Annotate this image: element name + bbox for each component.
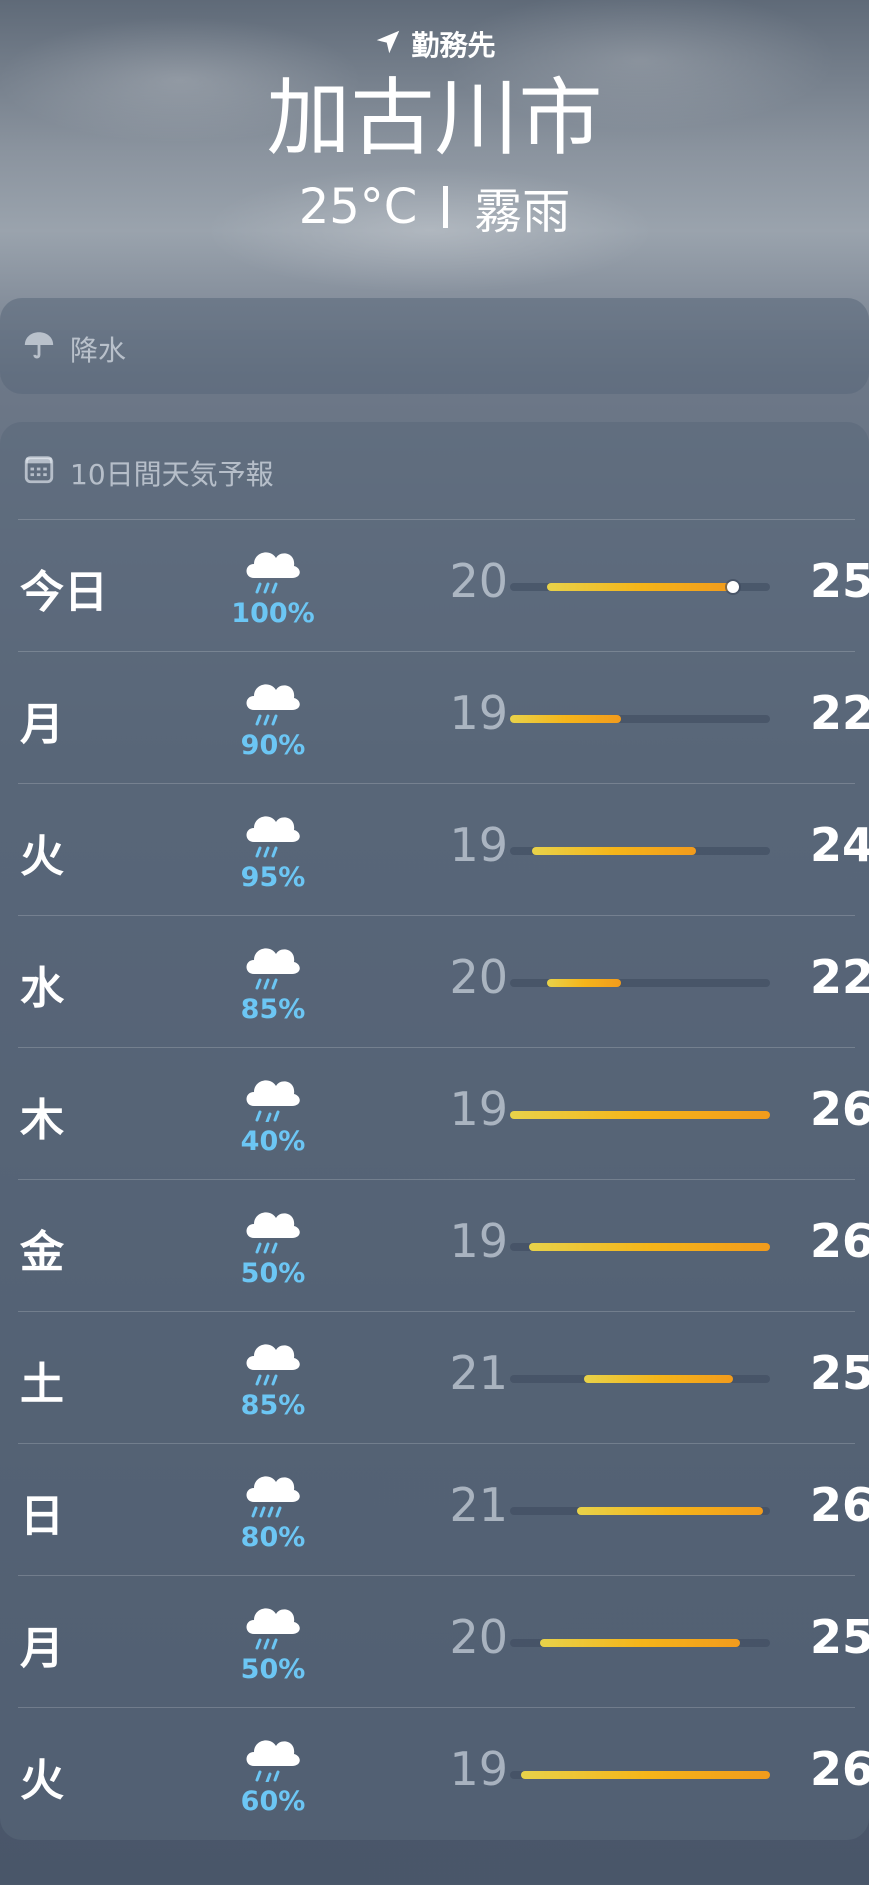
precip-chance: 90% (240, 730, 306, 761)
calendar-icon (22, 452, 56, 493)
forecast-row[interactable]: 火 60% 19 26 (18, 1707, 869, 1839)
day-label: 火 (20, 1755, 64, 1806)
high-temp: 26 (809, 1214, 869, 1268)
forecast-row[interactable]: 土 85% 21 25 (18, 1311, 869, 1443)
current-temperature: 25°C (298, 179, 418, 235)
forecast-row[interactable]: 木 40% 19 26 (18, 1047, 869, 1179)
city-name: 加古川市 (266, 69, 603, 167)
high-temp: 26 (809, 1478, 869, 1532)
temp-range-track (510, 847, 770, 855)
precip-chance: 95% (240, 862, 306, 893)
low-temp: 20 (449, 554, 508, 608)
precip-chance: 40% (240, 1126, 306, 1157)
forecast-title: 10日間天気予報 (70, 457, 274, 491)
temp-range-bar (584, 1375, 733, 1383)
forecast-row[interactable]: 日 80% 21 26 (18, 1443, 869, 1575)
precip-chance: 85% (240, 1390, 306, 1421)
low-temp: 19 (449, 1214, 508, 1268)
temp-range-track (510, 1639, 770, 1647)
day-label: 月 (20, 699, 64, 750)
precip-chance: 60% (240, 1786, 306, 1817)
temp-range-bar (576, 1507, 763, 1515)
day-label: 土 (20, 1359, 64, 1410)
forecast-row[interactable]: 火 95% 19 24 (18, 783, 869, 915)
temp-range-track (510, 979, 770, 987)
low-temp: 19 (449, 686, 508, 740)
temp-range-track (510, 1507, 770, 1515)
temp-range-bar (547, 979, 622, 987)
rain-cloud-icon (240, 934, 304, 990)
low-temp: 21 (449, 1346, 508, 1400)
temp-range-track (510, 1375, 770, 1383)
rain-cloud-icon (240, 1198, 304, 1254)
low-temp: 19 (449, 818, 508, 872)
low-temp: 19 (449, 1742, 508, 1796)
forecast-rows: 今日 100% 20 25 月 90% 19 22 火 95% 19 24 水 85% 20 22 木 40% 19… (18, 519, 869, 1839)
forecast-card[interactable]: 10日間天気予報 今日 100% 20 25 月 90% 19 22 火 95% 19 24 水 85% 2… (0, 422, 869, 1840)
high-temp: 25 (809, 554, 869, 608)
day-label: 日 (20, 1491, 64, 1542)
temp-range-bar (510, 1111, 770, 1119)
temp-range-track (510, 1111, 770, 1119)
day-label: 月 (20, 1623, 64, 1674)
current-temp-dot (726, 581, 739, 593)
umbrella-icon (22, 328, 56, 369)
forecast-row[interactable]: 今日 100% 20 25 (18, 519, 869, 651)
temp-range-track (510, 1243, 770, 1251)
current-conditions: 25°C 霧雨 (0, 172, 869, 242)
temp-range-track (510, 1771, 770, 1779)
high-temp: 22 (809, 950, 869, 1004)
high-temp: 24 (809, 818, 869, 872)
temp-range-bar (547, 583, 733, 591)
precip-chance: 85% (240, 994, 306, 1025)
day-label: 木 (20, 1095, 64, 1146)
high-temp: 26 (809, 1742, 869, 1796)
day-label: 火 (20, 831, 64, 882)
high-temp: 26 (809, 1082, 869, 1136)
location-arrow-icon (373, 27, 403, 61)
separator (443, 186, 449, 228)
drizzle-cloud-icon (240, 1066, 304, 1124)
low-temp: 20 (449, 1610, 508, 1664)
rain-cloud-icon (240, 538, 304, 594)
day-label: 今日 (20, 567, 108, 618)
rain-cloud-icon (240, 1330, 304, 1386)
temp-range-bar (539, 1639, 741, 1647)
precipitation-card[interactable]: 降水 (0, 298, 869, 394)
high-temp: 25 (809, 1346, 869, 1400)
precip-chance: 50% (240, 1258, 306, 1289)
temp-range-bar (532, 847, 696, 855)
precip-chance: 80% (240, 1522, 306, 1553)
forecast-row[interactable]: 月 50% 20 25 (18, 1575, 869, 1707)
rain-cloud-icon (240, 802, 304, 858)
temp-range-bar (528, 1243, 770, 1251)
forecast-card-header: 10日間天気予報 (22, 452, 274, 493)
precip-chance: 50% (240, 1654, 306, 1685)
precipitation-card-header: 降水 (22, 328, 126, 369)
drizzle-cloud-icon (240, 1726, 304, 1784)
day-label: 水 (20, 963, 64, 1014)
rain-cloud-icon (240, 670, 304, 726)
precip-chance: 100% (231, 598, 315, 629)
temp-range-track (510, 715, 770, 723)
low-temp: 21 (449, 1478, 508, 1532)
location-row: 勤務先 (0, 24, 869, 64)
forecast-row[interactable]: 月 90% 19 22 (18, 651, 869, 783)
temp-range-bar (521, 1771, 770, 1779)
heavy-rain-cloud-icon (240, 1462, 304, 1518)
low-temp: 20 (449, 950, 508, 1004)
forecast-row[interactable]: 水 85% 20 22 (18, 915, 869, 1047)
temp-range-track (510, 581, 770, 593)
day-label: 金 (20, 1227, 64, 1278)
forecast-row[interactable]: 金 50% 19 26 (18, 1179, 869, 1311)
low-temp: 19 (449, 1082, 508, 1136)
location-label: 勤務先 (411, 29, 496, 62)
temp-range-bar (510, 715, 622, 723)
rain-cloud-icon (240, 1594, 304, 1650)
current-condition: 霧雨 (474, 184, 571, 240)
high-temp: 25 (809, 1610, 869, 1664)
high-temp: 22 (809, 686, 869, 740)
precipitation-title: 降水 (70, 333, 127, 367)
